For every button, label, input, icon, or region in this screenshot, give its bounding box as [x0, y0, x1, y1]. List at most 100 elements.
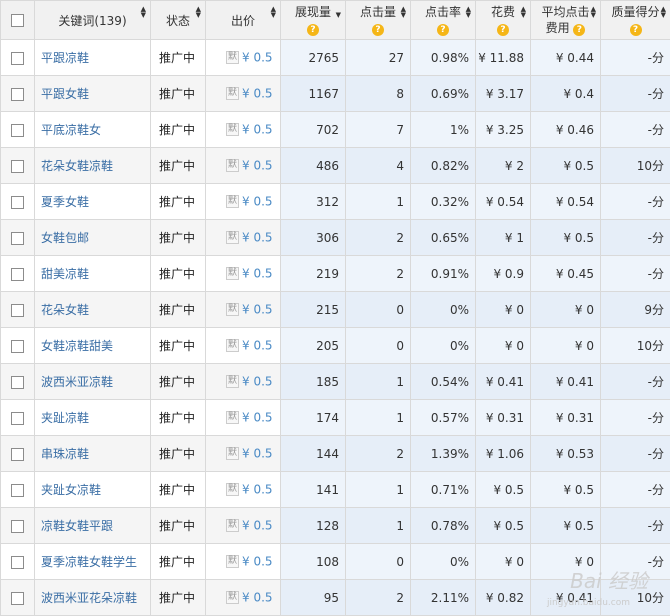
col-ctr[interactable]: 点击率 ? ▲▼: [411, 1, 476, 40]
row-select-cell: [1, 40, 35, 76]
keyword-link[interactable]: 平底凉鞋女: [35, 123, 101, 137]
row-checkbox[interactable]: [11, 484, 24, 497]
keyword-link[interactable]: 甜美凉鞋: [35, 267, 89, 281]
status-cell: 推广中: [151, 220, 206, 256]
keyword-link[interactable]: 女鞋包邮: [35, 231, 89, 245]
keyword-link[interactable]: 夏季女鞋: [35, 195, 89, 209]
bid-value[interactable]: ¥ 0.5: [242, 231, 273, 245]
col-status[interactable]: 状态 ▲▼: [151, 1, 206, 40]
table-row[interactable]: 凉鞋女鞋平跟推广中默¥ 0.512810.78%¥ 0.5¥ 0.5-分: [1, 508, 670, 544]
sort-icon[interactable]: ▲▼: [661, 6, 666, 18]
bid-value[interactable]: ¥ 0.5: [242, 483, 273, 497]
col-keyword[interactable]: 关键词(139) ▲▼: [35, 1, 151, 40]
keyword-link[interactable]: 波西米亚花朵凉鞋: [35, 591, 137, 605]
table-row[interactable]: 波西米亚凉鞋推广中默¥ 0.518510.54%¥ 0.41¥ 0.41-分: [1, 364, 670, 400]
status-cell: 推广中: [151, 112, 206, 148]
row-checkbox[interactable]: [11, 196, 24, 209]
sort-icon[interactable]: ▲▼: [271, 6, 276, 18]
keyword-link[interactable]: 夏季凉鞋女鞋学生: [35, 555, 137, 569]
col-clicks[interactable]: 点击量 ? ▲▼: [346, 1, 411, 40]
table-row[interactable]: 女鞋凉鞋甜美推广中默¥ 0.520500%¥ 0¥ 010分: [1, 328, 670, 364]
row-checkbox[interactable]: [11, 268, 24, 281]
bid-value[interactable]: ¥ 0.5: [242, 195, 273, 209]
cost-cell: ¥ 1.06: [476, 436, 531, 472]
bid-value[interactable]: ¥ 0.5: [242, 519, 273, 533]
sort-icon[interactable]: ▲▼: [591, 6, 596, 18]
col-cost[interactable]: 花费 ? ▲▼: [476, 1, 531, 40]
table-row[interactable]: 平跟凉鞋推广中默¥ 0.52765270.98%¥ 11.88¥ 0.44-分: [1, 40, 670, 76]
table-row[interactable]: 夏季女鞋推广中默¥ 0.531210.32%¥ 0.54¥ 0.54-分: [1, 184, 670, 220]
bid-value[interactable]: ¥ 0.5: [242, 411, 273, 425]
row-checkbox[interactable]: [11, 124, 24, 137]
sort-icon[interactable]: ▲▼: [521, 6, 526, 18]
help-icon[interactable]: ?: [573, 24, 585, 36]
col-impressions[interactable]: 展现量 ? ▼: [281, 1, 346, 40]
select-all-checkbox[interactable]: [11, 14, 24, 27]
help-icon[interactable]: ?: [630, 24, 642, 36]
table-row[interactable]: 平跟女鞋推广中默¥ 0.5116780.69%¥ 3.17¥ 0.4-分: [1, 76, 670, 112]
keyword-rows: 平跟凉鞋推广中默¥ 0.52765270.98%¥ 11.88¥ 0.44-分平…: [1, 40, 670, 616]
row-checkbox[interactable]: [11, 448, 24, 461]
table-row[interactable]: 平底凉鞋女推广中默¥ 0.570271%¥ 3.25¥ 0.46-分: [1, 112, 670, 148]
col-bid[interactable]: 出价 ▲▼: [206, 1, 281, 40]
keyword-link[interactable]: 夹趾凉鞋: [35, 411, 89, 425]
bid-value[interactable]: ¥ 0.5: [242, 267, 273, 281]
table-row[interactable]: 夹趾女凉鞋推广中默¥ 0.514110.71%¥ 0.5¥ 0.5-分: [1, 472, 670, 508]
keyword-link[interactable]: 花朵女鞋: [35, 303, 89, 317]
sort-desc-icon[interactable]: ▼: [336, 7, 341, 23]
table-row[interactable]: 串珠凉鞋推广中默¥ 0.514421.39%¥ 1.06¥ 0.53-分: [1, 436, 670, 472]
bid-value[interactable]: ¥ 0.5: [242, 123, 273, 137]
default-bid-tag: 默: [226, 555, 239, 568]
row-checkbox[interactable]: [11, 556, 24, 569]
bid-value[interactable]: ¥ 0.5: [242, 339, 273, 353]
keyword-link[interactable]: 平跟女鞋: [35, 87, 89, 101]
help-icon[interactable]: ?: [307, 24, 319, 36]
keyword-link[interactable]: 女鞋凉鞋甜美: [35, 339, 113, 353]
row-checkbox[interactable]: [11, 232, 24, 245]
table-row[interactable]: 女鞋包邮推广中默¥ 0.530620.65%¥ 1¥ 0.5-分: [1, 220, 670, 256]
table-row[interactable]: 夹趾凉鞋推广中默¥ 0.517410.57%¥ 0.31¥ 0.31-分: [1, 400, 670, 436]
col-quality[interactable]: 质量得分 ? ▲▼: [601, 1, 670, 40]
sort-icon[interactable]: ▲▼: [141, 6, 146, 18]
sort-icon[interactable]: ▲▼: [466, 6, 471, 18]
table-row[interactable]: 花朵女鞋推广中默¥ 0.521500%¥ 0¥ 09分: [1, 292, 670, 328]
bid-value[interactable]: ¥ 0.5: [242, 303, 273, 317]
bid-value[interactable]: ¥ 0.5: [242, 447, 273, 461]
row-checkbox[interactable]: [11, 520, 24, 533]
row-checkbox[interactable]: [11, 592, 24, 605]
bid-value[interactable]: ¥ 0.5: [242, 51, 273, 65]
bid-value[interactable]: ¥ 0.5: [242, 591, 273, 605]
bid-value[interactable]: ¥ 0.5: [242, 555, 273, 569]
keyword-link[interactable]: 凉鞋女鞋平跟: [35, 519, 113, 533]
table-row[interactable]: 甜美凉鞋推广中默¥ 0.521920.91%¥ 0.9¥ 0.45-分: [1, 256, 670, 292]
row-select-cell: [1, 148, 35, 184]
bid-value[interactable]: ¥ 0.5: [242, 375, 273, 389]
row-checkbox[interactable]: [11, 160, 24, 173]
default-bid-tag: 默: [226, 231, 239, 244]
keyword-link[interactable]: 波西米亚凉鞋: [35, 375, 113, 389]
sort-icon[interactable]: ▲▼: [196, 6, 201, 18]
keyword-link[interactable]: 串珠凉鞋: [35, 447, 89, 461]
keyword-link[interactable]: 花朵女鞋凉鞋: [35, 159, 113, 173]
sort-icon[interactable]: ▲▼: [401, 6, 406, 18]
bid-value[interactable]: ¥ 0.5: [242, 159, 273, 173]
help-icon[interactable]: ?: [372, 24, 384, 36]
row-checkbox[interactable]: [11, 88, 24, 101]
help-icon[interactable]: ?: [497, 24, 509, 36]
row-checkbox[interactable]: [11, 304, 24, 317]
bid-cell: 默¥ 0.5: [206, 508, 281, 544]
row-checkbox[interactable]: [11, 376, 24, 389]
bid-value[interactable]: ¥ 0.5: [242, 87, 273, 101]
cost-cell: ¥ 0.82: [476, 580, 531, 616]
row-checkbox[interactable]: [11, 340, 24, 353]
row-checkbox[interactable]: [11, 52, 24, 65]
row-select-cell: [1, 184, 35, 220]
keyword-link[interactable]: 夹趾女凉鞋: [35, 483, 101, 497]
help-icon[interactable]: ?: [437, 24, 449, 36]
col-avg-cpc[interactable]: 平均点击 费用 ? ▲▼: [531, 1, 601, 40]
default-bid-tag: 默: [226, 339, 239, 352]
quality-cell: -分: [601, 112, 670, 148]
row-checkbox[interactable]: [11, 412, 24, 425]
keyword-link[interactable]: 平跟凉鞋: [35, 51, 89, 65]
table-row[interactable]: 花朵女鞋凉鞋推广中默¥ 0.548640.82%¥ 2¥ 0.510分: [1, 148, 670, 184]
